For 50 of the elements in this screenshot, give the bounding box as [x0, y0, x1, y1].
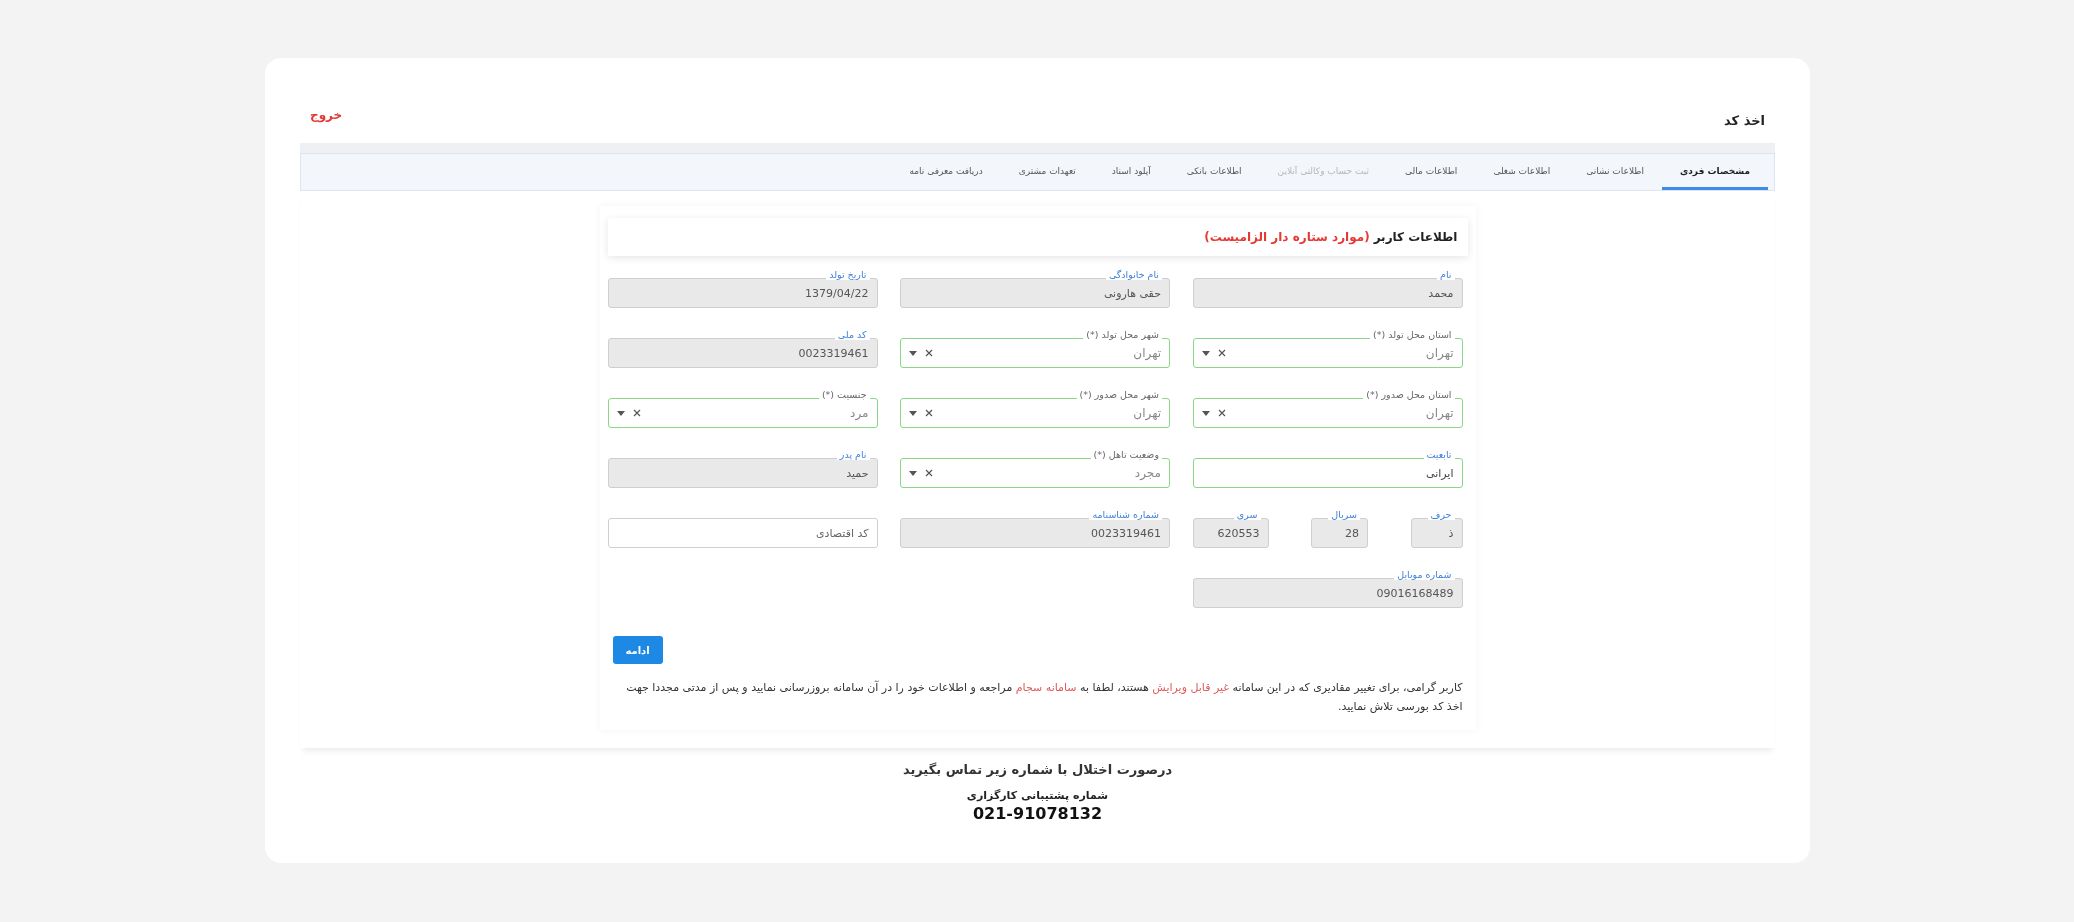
input-field[interactable]: ایرانی [1192, 458, 1463, 488]
caret-icon [909, 470, 917, 476]
support-message: درصورت اختلال با شماره زیر تماس بگیرید [902, 762, 1173, 777]
notice-text: کاربر گرامی، برای تغییر مقادیری که در این سامانه غیر قابل ویرایش هستند، لطفا به سامانه سجام مراجعه و اطلاعات خود را در آن سامانه بروزرسانی نمایید و پس از مدتی مجددا جهت اخذ کد بورسی تلاش نمایید. [625, 679, 1463, 715]
clear-icon[interactable] [925, 469, 933, 477]
required-note: (موارد ستاره دار الزامیست) [1204, 230, 1370, 244]
field-label: شهر محل تولد (*) [1083, 329, 1162, 340]
field-label: جنسیت (*) [818, 389, 870, 400]
caret-icon [616, 410, 625, 416]
caret-icon [909, 410, 917, 416]
clear-icon[interactable] [925, 409, 933, 417]
field-label: شماره موبایل [1394, 569, 1455, 580]
field-label: وضعیت تاهل (*) [1090, 449, 1162, 460]
clear-icon[interactable] [632, 409, 641, 417]
caret-icon [1201, 410, 1210, 416]
field-label: تابعیت [1423, 449, 1455, 460]
continue-button[interactable]: ادامه [612, 636, 663, 664]
caret-icon [909, 350, 917, 356]
input-field[interactable]: کد اقتصادی [607, 518, 878, 548]
field-label: حرف [1427, 509, 1455, 520]
clear-icon[interactable] [1217, 349, 1226, 357]
page-title: اخذ کد [1724, 113, 1765, 128]
caret-icon [1201, 350, 1210, 356]
notice-link[interactable]: سامانه سجام [1015, 681, 1077, 694]
support-phone: 021-91078132 [972, 804, 1103, 823]
tab[interactable]: آپلود اسناد [1093, 154, 1169, 190]
field-label: استان محل صدور (*) [1363, 389, 1455, 400]
tab[interactable]: تعهدات مشتری [1000, 154, 1094, 190]
clear-icon[interactable] [925, 349, 933, 357]
field-label: نام [1437, 269, 1455, 280]
field-label: شهر محل صدور (*) [1076, 389, 1162, 400]
tab[interactable]: مشخصات فردی [1662, 154, 1768, 190]
field-label: کد ملی [834, 329, 870, 340]
support-label: شماره پشتیبانی کارگزاری [966, 789, 1109, 802]
tab[interactable]: اطلاعات نشانی [1568, 154, 1662, 190]
clear-icon[interactable] [1217, 409, 1226, 417]
tab[interactable]: اطلاعات مالی [1387, 154, 1476, 190]
select-field[interactable]: مرد [607, 398, 878, 428]
field-label: نام خانوادگی [1105, 269, 1162, 280]
tab[interactable]: دریافت معرفی نامه [891, 154, 1001, 190]
tab[interactable]: اطلاعات بانکی [1168, 154, 1260, 190]
notice-link[interactable]: غیر قابل ویرایش [1152, 681, 1230, 694]
field-label: شماره شناسنامه [1089, 509, 1162, 520]
field-label: سریال [1328, 509, 1360, 520]
logout-link[interactable]: خروج [310, 108, 343, 122]
field-label: نام پدر [836, 449, 870, 460]
section-title: اطلاعات کاربر [1373, 230, 1458, 244]
field-label: تاریخ تولد [826, 269, 870, 280]
tab[interactable]: اطلاعات شغلی [1475, 154, 1569, 190]
field-label: استان محل تولد (*) [1370, 329, 1455, 340]
